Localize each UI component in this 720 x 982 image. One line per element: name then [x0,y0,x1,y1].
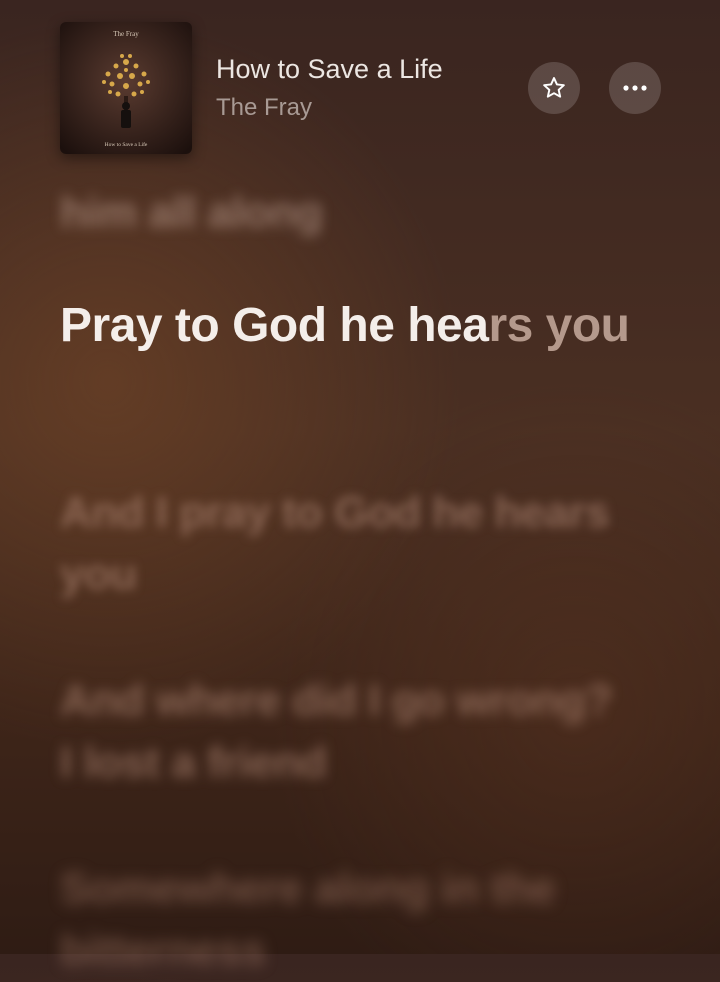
star-outline-icon [543,77,565,98]
artwork-top-text: The Fray [113,30,139,38]
lyric-line-next[interactable]: Somewhere along in the bitterness [60,858,620,982]
lyric-current-unsung: rs you [488,299,630,352]
lyric-line-next[interactable]: And I pray to God he hears you [60,482,620,606]
album-artwork-image: The Fray How to Save a Life [60,22,192,154]
lyric-line-next[interactable]: And where did I go wrong? I lost a frien… [60,670,620,794]
favorite-button[interactable] [528,62,580,114]
more-options-button[interactable] [609,62,661,114]
song-title[interactable]: How to Save a Life [216,54,443,85]
now-playing-header: The Fray How to Save a Life How to Save … [0,0,720,170]
lyric-current-sung: Pray to God he hea [60,299,489,352]
ellipsis-icon [623,85,647,91]
song-artist[interactable]: The Fray [216,94,312,122]
lyric-line-current[interactable]: Pray to God he hears you [60,290,660,362]
album-artwork[interactable]: The Fray How to Save a Life [60,22,192,154]
artwork-bottom-text: How to Save a Life [105,141,148,148]
lyric-line-previous[interactable]: him all along [60,188,323,238]
